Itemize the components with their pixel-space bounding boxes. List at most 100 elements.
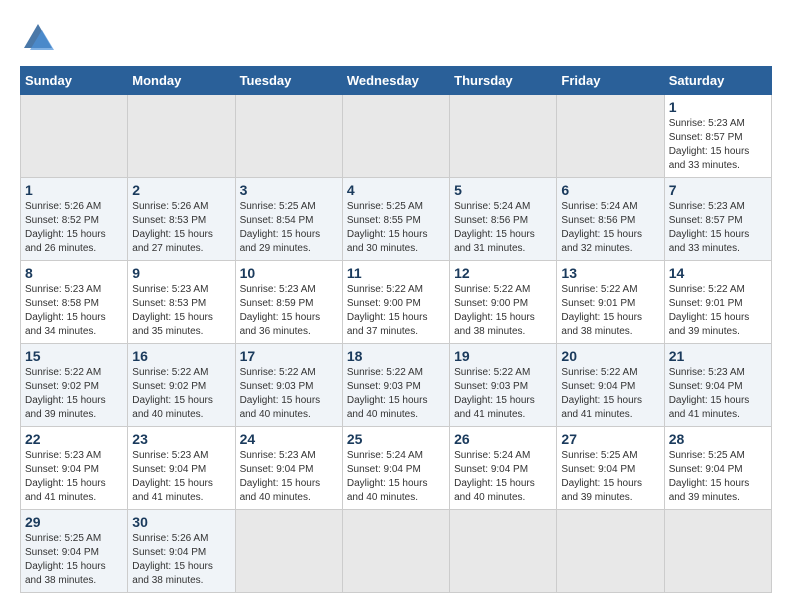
sunrise-text: Sunrise: 5:22 AM bbox=[347, 283, 445, 297]
calendar-day-cell bbox=[21, 95, 128, 178]
day-info: Sunrise: 5:23 AM Sunset: 9:04 PM Dayligh… bbox=[240, 449, 338, 505]
daylight-text: Daylight: 15 hours and 33 minutes. bbox=[669, 145, 767, 173]
day-number: 28 bbox=[669, 431, 767, 447]
sunrise-text: Sunrise: 5:23 AM bbox=[25, 449, 123, 463]
day-info: Sunrise: 5:25 AM Sunset: 8:54 PM Dayligh… bbox=[240, 200, 338, 256]
day-info: Sunrise: 5:23 AM Sunset: 9:04 PM Dayligh… bbox=[669, 366, 767, 422]
calendar-day-cell: 7 Sunrise: 5:23 AM Sunset: 8:57 PM Dayli… bbox=[664, 178, 771, 261]
sunrise-text: Sunrise: 5:23 AM bbox=[240, 449, 338, 463]
day-of-week-header: Sunday bbox=[21, 67, 128, 95]
day-number: 14 bbox=[669, 265, 767, 281]
daylight-text: Daylight: 15 hours and 30 minutes. bbox=[347, 228, 445, 256]
calendar-day-cell: 24 Sunrise: 5:23 AM Sunset: 9:04 PM Dayl… bbox=[235, 427, 342, 510]
sunrise-text: Sunrise: 5:26 AM bbox=[25, 200, 123, 214]
day-of-week-header: Monday bbox=[128, 67, 235, 95]
sunset-text: Sunset: 8:57 PM bbox=[669, 214, 767, 228]
daylight-text: Daylight: 15 hours and 40 minutes. bbox=[347, 394, 445, 422]
daylight-text: Daylight: 15 hours and 39 minutes. bbox=[669, 311, 767, 339]
sunrise-text: Sunrise: 5:26 AM bbox=[132, 532, 230, 546]
calendar-day-cell bbox=[664, 510, 771, 593]
day-number: 7 bbox=[669, 182, 767, 198]
day-number: 6 bbox=[561, 182, 659, 198]
sunrise-text: Sunrise: 5:23 AM bbox=[25, 283, 123, 297]
calendar-day-cell bbox=[342, 95, 449, 178]
day-number: 26 bbox=[454, 431, 552, 447]
day-info: Sunrise: 5:26 AM Sunset: 9:04 PM Dayligh… bbox=[132, 532, 230, 588]
day-info: Sunrise: 5:22 AM Sunset: 9:03 PM Dayligh… bbox=[454, 366, 552, 422]
calendar-day-cell: 2 Sunrise: 5:26 AM Sunset: 8:53 PM Dayli… bbox=[128, 178, 235, 261]
daylight-text: Daylight: 15 hours and 40 minutes. bbox=[454, 477, 552, 505]
day-info: Sunrise: 5:23 AM Sunset: 8:57 PM Dayligh… bbox=[669, 200, 767, 256]
sunset-text: Sunset: 8:53 PM bbox=[132, 214, 230, 228]
daylight-text: Daylight: 15 hours and 33 minutes. bbox=[669, 228, 767, 256]
sunrise-text: Sunrise: 5:24 AM bbox=[561, 200, 659, 214]
sunset-text: Sunset: 9:00 PM bbox=[347, 297, 445, 311]
calendar-day-cell: 25 Sunrise: 5:24 AM Sunset: 9:04 PM Dayl… bbox=[342, 427, 449, 510]
sunset-text: Sunset: 9:00 PM bbox=[454, 297, 552, 311]
day-info: Sunrise: 5:23 AM Sunset: 9:04 PM Dayligh… bbox=[132, 449, 230, 505]
sunset-text: Sunset: 8:53 PM bbox=[132, 297, 230, 311]
sunrise-text: Sunrise: 5:24 AM bbox=[454, 449, 552, 463]
daylight-text: Daylight: 15 hours and 41 minutes. bbox=[669, 394, 767, 422]
sunset-text: Sunset: 9:02 PM bbox=[25, 380, 123, 394]
sunset-text: Sunset: 9:01 PM bbox=[561, 297, 659, 311]
day-info: Sunrise: 5:25 AM Sunset: 9:04 PM Dayligh… bbox=[25, 532, 123, 588]
calendar-day-cell: 15 Sunrise: 5:22 AM Sunset: 9:02 PM Dayl… bbox=[21, 344, 128, 427]
day-info: Sunrise: 5:25 AM Sunset: 8:55 PM Dayligh… bbox=[347, 200, 445, 256]
day-number: 3 bbox=[240, 182, 338, 198]
calendar-day-cell: 5 Sunrise: 5:24 AM Sunset: 8:56 PM Dayli… bbox=[450, 178, 557, 261]
sunrise-text: Sunrise: 5:22 AM bbox=[454, 283, 552, 297]
calendar-day-cell: 19 Sunrise: 5:22 AM Sunset: 9:03 PM Dayl… bbox=[450, 344, 557, 427]
daylight-text: Daylight: 15 hours and 38 minutes. bbox=[132, 560, 230, 588]
sunset-text: Sunset: 9:04 PM bbox=[25, 463, 123, 477]
sunset-text: Sunset: 8:52 PM bbox=[25, 214, 123, 228]
daylight-text: Daylight: 15 hours and 37 minutes. bbox=[347, 311, 445, 339]
day-info: Sunrise: 5:22 AM Sunset: 9:02 PM Dayligh… bbox=[132, 366, 230, 422]
daylight-text: Daylight: 15 hours and 41 minutes. bbox=[132, 477, 230, 505]
sunrise-text: Sunrise: 5:23 AM bbox=[132, 449, 230, 463]
calendar-day-cell: 18 Sunrise: 5:22 AM Sunset: 9:03 PM Dayl… bbox=[342, 344, 449, 427]
day-number: 30 bbox=[132, 514, 230, 530]
day-of-week-header: Wednesday bbox=[342, 67, 449, 95]
day-number: 12 bbox=[454, 265, 552, 281]
day-info: Sunrise: 5:22 AM Sunset: 9:03 PM Dayligh… bbox=[347, 366, 445, 422]
sunset-text: Sunset: 9:04 PM bbox=[25, 546, 123, 560]
sunset-text: Sunset: 8:55 PM bbox=[347, 214, 445, 228]
sunset-text: Sunset: 9:04 PM bbox=[561, 463, 659, 477]
calendar-day-cell: 9 Sunrise: 5:23 AM Sunset: 8:53 PM Dayli… bbox=[128, 261, 235, 344]
daylight-text: Daylight: 15 hours and 35 minutes. bbox=[132, 311, 230, 339]
sunset-text: Sunset: 9:04 PM bbox=[561, 380, 659, 394]
sunrise-text: Sunrise: 5:25 AM bbox=[25, 532, 123, 546]
calendar-week-row: 8 Sunrise: 5:23 AM Sunset: 8:58 PM Dayli… bbox=[21, 261, 772, 344]
day-number: 10 bbox=[240, 265, 338, 281]
daylight-text: Daylight: 15 hours and 38 minutes. bbox=[25, 560, 123, 588]
daylight-text: Daylight: 15 hours and 38 minutes. bbox=[454, 311, 552, 339]
sunset-text: Sunset: 8:57 PM bbox=[669, 131, 767, 145]
day-number: 4 bbox=[347, 182, 445, 198]
logo bbox=[20, 20, 60, 56]
page-header bbox=[20, 20, 772, 56]
sunset-text: Sunset: 9:04 PM bbox=[347, 463, 445, 477]
calendar-day-cell: 12 Sunrise: 5:22 AM Sunset: 9:00 PM Dayl… bbox=[450, 261, 557, 344]
sunrise-text: Sunrise: 5:22 AM bbox=[347, 366, 445, 380]
logo-icon bbox=[20, 20, 56, 56]
sunset-text: Sunset: 9:03 PM bbox=[240, 380, 338, 394]
daylight-text: Daylight: 15 hours and 27 minutes. bbox=[132, 228, 230, 256]
day-number: 8 bbox=[25, 265, 123, 281]
daylight-text: Daylight: 15 hours and 41 minutes. bbox=[25, 477, 123, 505]
calendar-day-cell: 29 Sunrise: 5:25 AM Sunset: 9:04 PM Dayl… bbox=[21, 510, 128, 593]
calendar-day-cell: 1 Sunrise: 5:26 AM Sunset: 8:52 PM Dayli… bbox=[21, 178, 128, 261]
day-number: 13 bbox=[561, 265, 659, 281]
day-info: Sunrise: 5:26 AM Sunset: 8:52 PM Dayligh… bbox=[25, 200, 123, 256]
day-info: Sunrise: 5:22 AM Sunset: 9:01 PM Dayligh… bbox=[561, 283, 659, 339]
daylight-text: Daylight: 15 hours and 26 minutes. bbox=[25, 228, 123, 256]
calendar-day-cell: 10 Sunrise: 5:23 AM Sunset: 8:59 PM Dayl… bbox=[235, 261, 342, 344]
day-number: 19 bbox=[454, 348, 552, 364]
sunset-text: Sunset: 9:04 PM bbox=[454, 463, 552, 477]
sunset-text: Sunset: 9:04 PM bbox=[240, 463, 338, 477]
calendar-week-row: 22 Sunrise: 5:23 AM Sunset: 9:04 PM Dayl… bbox=[21, 427, 772, 510]
sunrise-text: Sunrise: 5:24 AM bbox=[347, 449, 445, 463]
calendar-day-cell: 8 Sunrise: 5:23 AM Sunset: 8:58 PM Dayli… bbox=[21, 261, 128, 344]
day-number: 9 bbox=[132, 265, 230, 281]
calendar-day-cell: 14 Sunrise: 5:22 AM Sunset: 9:01 PM Dayl… bbox=[664, 261, 771, 344]
